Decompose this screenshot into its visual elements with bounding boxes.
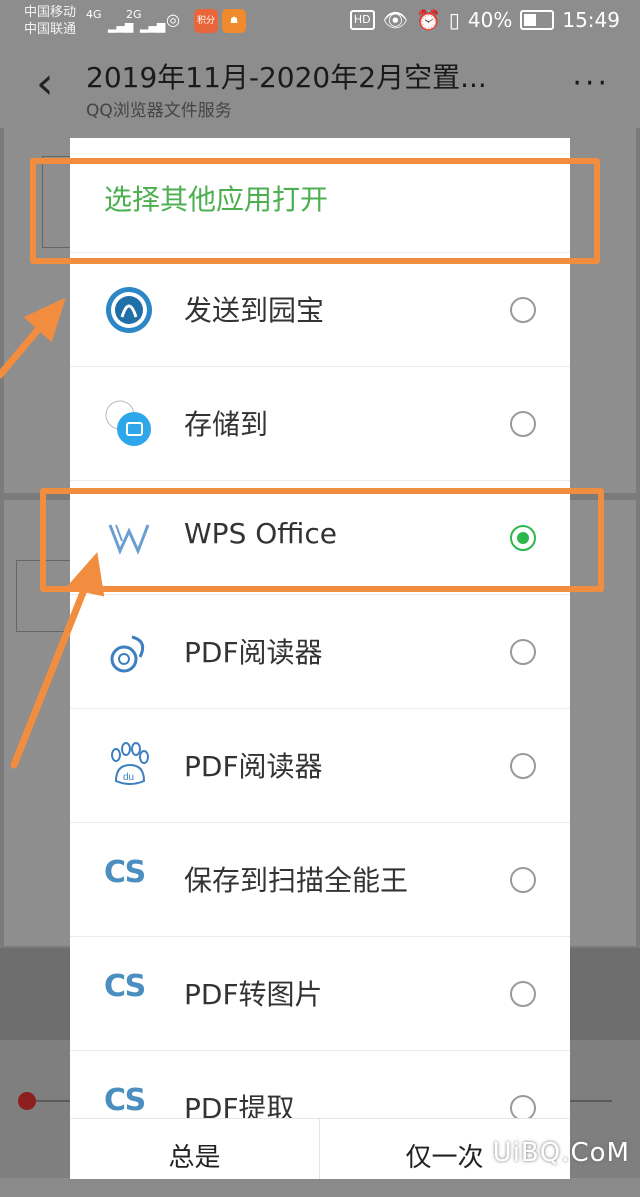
network-4g-label: 4G xyxy=(86,8,102,21)
more-icon[interactable]: ··· xyxy=(572,66,610,101)
app-option-label: PDF阅读器 xyxy=(184,636,323,669)
camscanner-icon: CS xyxy=(104,969,146,1004)
carrier-1: 中国移动 xyxy=(24,5,77,20)
hd-icon: HD xyxy=(349,10,375,30)
app-option-label: 存储到 xyxy=(184,408,269,441)
app-option-save-to[interactable]: 存储到 xyxy=(70,366,570,481)
app-option-yuanbao[interactable]: 发送到园宝 xyxy=(70,252,570,367)
carrier-2: 中国联通 xyxy=(24,22,77,37)
clock: 15:49 xyxy=(562,8,620,32)
uc-squirrel-icon xyxy=(110,635,145,673)
carrier-labels: 中国移动 中国联通 xyxy=(24,4,76,38)
yuanbao-icon xyxy=(106,287,152,333)
app-option-pdf-reader-uc[interactable]: PDF阅读器 xyxy=(70,594,570,709)
app-option-label: 保存到扫描全能王 xyxy=(184,864,409,897)
uc-notification-icon: ☗ xyxy=(222,9,246,33)
radio-button[interactable] xyxy=(510,297,536,323)
app-option-pdf-reader-baidu[interactable]: du PDF阅读器 xyxy=(70,708,570,823)
page-title: 2019年11月-2020年2月空置... xyxy=(86,61,487,94)
app-option-label: PDF转图片 xyxy=(184,978,323,1011)
status-right: HD 👁 ⏰ ▯ 40% 15:49 xyxy=(349,8,620,32)
radio-button[interactable] xyxy=(510,639,536,665)
vibrate-icon: ▯ xyxy=(448,8,460,32)
eye-icon: 👁 xyxy=(382,8,408,32)
app-notification-icon: 积分 xyxy=(194,9,218,33)
hotspot-icon: ◎ xyxy=(166,10,180,29)
open-with-dialog: 选择其他应用打开 发送到园宝 存储到 WPS Office PDF阅读器 du … xyxy=(70,138,570,1178)
camscanner-icon: CS xyxy=(104,855,146,890)
page-slider-handle[interactable] xyxy=(18,1092,36,1110)
page-subtitle: QQ浏览器文件服务 xyxy=(86,101,232,121)
signal-icon: ▂▄▆ xyxy=(108,20,134,33)
always-button[interactable]: 总是 xyxy=(70,1119,320,1179)
signal-icon-2: ▂▄▆ xyxy=(140,20,166,33)
highlight-box-title xyxy=(30,158,600,264)
battery-icon xyxy=(520,10,555,30)
app-option-label: PDF阅读器 xyxy=(184,750,323,783)
folder-icon xyxy=(105,400,151,446)
status-bar: 中国移动 中国联通 4G ▂▄▆ 2G ▂▄▆ ◎ 积分 ☗ HD 👁 ⏰ ▯ … xyxy=(0,0,640,44)
alarm-icon: ⏰ xyxy=(415,8,441,32)
svg-text:du: du xyxy=(123,772,134,783)
battery-percent: 40% xyxy=(467,8,513,32)
back-arrow-icon[interactable]: ‹ xyxy=(36,62,54,106)
radio-button[interactable] xyxy=(510,981,536,1007)
title-bar: ‹ 2019年11月-2020年2月空置... QQ浏览器文件服务 ··· xyxy=(0,44,640,128)
watermark: UiBQ.CoM xyxy=(492,1138,630,1168)
radio-button[interactable] xyxy=(510,753,536,779)
radio-button[interactable] xyxy=(510,867,536,893)
radio-button[interactable] xyxy=(510,411,536,437)
baidu-paw-icon: du xyxy=(111,742,149,785)
app-option-camscanner-save[interactable]: CS 保存到扫描全能王 xyxy=(70,822,570,937)
highlight-box-wps xyxy=(40,488,604,592)
app-option-pdf-to-image[interactable]: CS PDF转图片 xyxy=(70,936,570,1051)
app-option-label: 发送到园宝 xyxy=(184,294,325,327)
